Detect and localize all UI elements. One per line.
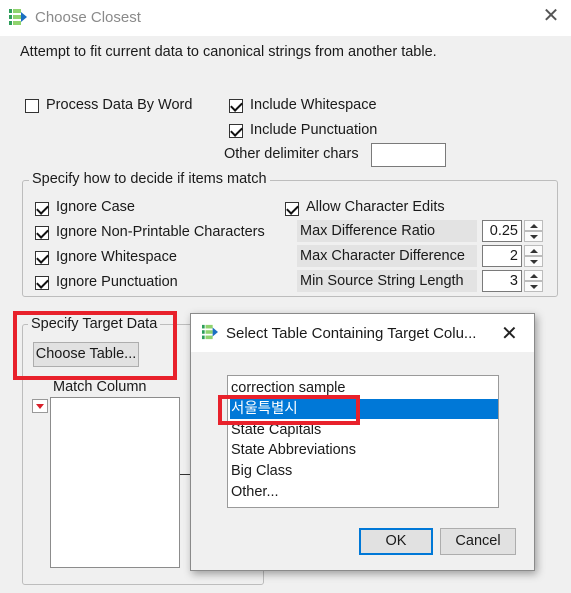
ignore-nonprintable-label: Ignore Non-Printable Characters	[56, 224, 265, 240]
spin-down-icon[interactable]	[524, 256, 543, 267]
ignore-whitespace-label: Ignore Whitespace	[56, 249, 177, 265]
highlight-box-selection	[218, 395, 360, 425]
select-table-dialog: Select Table Containing Target Colu... ✕…	[190, 313, 535, 571]
dialog-title-bar: Select Table Containing Target Colu... ✕	[191, 314, 534, 352]
max-diff-ratio-label: Max Difference Ratio	[297, 220, 477, 242]
ignore-case-label: Ignore Case	[56, 199, 135, 215]
max-diff-ratio-field[interactable]: 0.25	[482, 220, 522, 242]
jmp-app-icon	[9, 9, 27, 25]
ignore-punctuation-label: Ignore Punctuation	[56, 274, 178, 290]
min-source-len-spinner	[524, 270, 543, 292]
max-char-diff-field[interactable]: 2	[482, 245, 522, 267]
ignore-whitespace-checkbox[interactable]	[35, 251, 49, 265]
allow-char-edits-checkbox[interactable]	[285, 202, 299, 216]
max-char-diff-spinner	[524, 245, 543, 267]
process-by-word-label: Process Data By Word	[46, 97, 193, 113]
match-options-title: Specify how to decide if items match	[29, 171, 270, 187]
cancel-button[interactable]: Cancel	[440, 528, 516, 555]
spin-down-icon[interactable]	[524, 281, 543, 292]
ignore-case-checkbox[interactable]	[35, 202, 49, 216]
dropdown-red-triangle-icon[interactable]	[32, 399, 48, 413]
match-column-list[interactable]	[50, 397, 180, 568]
process-by-word-checkbox[interactable]	[25, 99, 39, 113]
min-source-len-label: Min Source String Length	[297, 270, 477, 292]
include-punctuation-checkbox[interactable]	[229, 124, 243, 138]
list-item[interactable]: State Abbreviations	[230, 440, 498, 460]
allow-char-edits-label: Allow Character Edits	[306, 199, 445, 215]
highlight-box-target	[13, 311, 177, 380]
include-whitespace-label: Include Whitespace	[250, 97, 377, 113]
spin-up-icon[interactable]	[524, 245, 543, 256]
spin-down-icon[interactable]	[524, 231, 543, 242]
description-text: Attempt to fit current data to canonical…	[20, 44, 437, 60]
include-whitespace-checkbox[interactable]	[229, 99, 243, 113]
ignore-punctuation-checkbox[interactable]	[35, 276, 49, 290]
list-item[interactable]: Other...	[230, 482, 498, 502]
min-source-len-field[interactable]: 3	[482, 270, 522, 292]
spin-up-icon[interactable]	[524, 270, 543, 281]
title-bar: Choose Closest ✕	[0, 0, 571, 36]
dialog-title: Select Table Containing Target Colu...	[226, 325, 477, 342]
other-delimiter-label: Other delimiter chars	[224, 146, 359, 162]
close-icon[interactable]: ✕	[501, 321, 518, 346]
match-column-label: Match Column	[53, 379, 147, 395]
jmp-app-icon	[202, 324, 218, 340]
max-diff-ratio-spinner	[524, 220, 543, 242]
spin-up-icon[interactable]	[524, 220, 543, 231]
max-char-diff-label: Max Character Difference	[297, 245, 477, 267]
list-item[interactable]: Big Class	[230, 461, 498, 481]
window-title: Choose Closest	[35, 9, 141, 26]
ignore-nonprintable-checkbox[interactable]	[35, 226, 49, 240]
include-punctuation-label: Include Punctuation	[250, 122, 378, 138]
close-icon[interactable]: ✕	[540, 6, 562, 28]
other-delimiter-input[interactable]	[371, 143, 446, 167]
ok-button[interactable]: OK	[359, 528, 433, 555]
